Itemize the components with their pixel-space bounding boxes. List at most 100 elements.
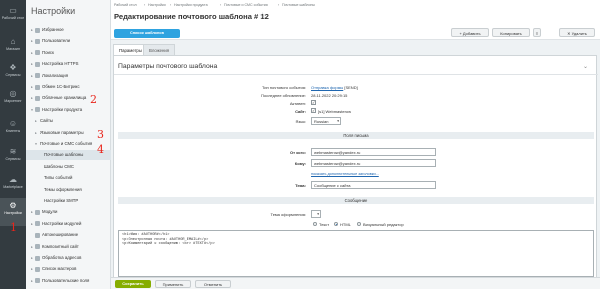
breadcrumb-item[interactable]: Почтовые и СМС события — [224, 3, 268, 7]
chevron-right-icon[interactable]: ▸ — [30, 207, 34, 217]
page-title: Редактирование почтового шаблона # 12 — [114, 12, 269, 21]
breadcrumb-sep: › — [170, 3, 172, 7]
tab-bar: Параметры Вложения — [111, 44, 600, 55]
collapse-chevron-icon[interactable]: ⌄ — [583, 63, 588, 70]
rail-services[interactable]: ❖ Сервисы — [0, 60, 26, 88]
breadcrumb-item[interactable]: Почтовые шаблоны — [282, 3, 315, 7]
chevron-right-icon[interactable]: ▸ — [30, 48, 34, 58]
delete-button[interactable]: ✕ Удалить — [559, 28, 595, 37]
breadcrumb-item[interactable]: Рабочий стол — [114, 3, 137, 7]
radio-text[interactable] — [313, 222, 317, 226]
cancel-button[interactable]: Отменить — [195, 280, 231, 288]
theme-label: Тема оформления: — [270, 212, 306, 217]
radio-html[interactable] — [334, 222, 338, 226]
tab-attachments[interactable]: Вложения — [143, 44, 176, 55]
menu-item-icon — [35, 73, 40, 79]
site-checkbox[interactable]: ✓ — [311, 108, 316, 113]
chevron-right-icon[interactable]: ▸ — [30, 253, 34, 263]
sidebar-item-label: Избранное — [42, 27, 64, 32]
active-label: Активен: — [289, 101, 306, 106]
breadcrumb-item[interactable]: Настройки продукта — [174, 3, 208, 7]
sidebar-item[interactable]: Типы событий — [26, 173, 111, 183]
annotation-number-2: 2 — [90, 93, 97, 106]
rail-stack[interactable]: ≋ Сервисы — [0, 144, 26, 172]
sidebar-item[interactable]: ▸ Избранное — [26, 25, 111, 35]
chevron-right-icon[interactable]: ▸ — [30, 71, 34, 81]
chevron-down-icon[interactable]: ▾ — [30, 105, 34, 115]
chevron-right-icon[interactable]: ▸ — [30, 25, 34, 35]
chevron-right-icon[interactable]: ▸ — [30, 264, 34, 274]
copy-button[interactable]: Копировать — [492, 28, 530, 37]
chevron-right-icon[interactable]: ▸ — [34, 116, 38, 126]
extra-headers-link[interactable]: показать дополнительные заголовки... — [311, 172, 379, 176]
to-field[interactable]: webmasterow@yandex.ru — [311, 159, 436, 167]
message-body-editor[interactable]: <h1>Имя: #AUTHOR#</h1> <p>Электронная по… — [118, 230, 594, 277]
menu-item-icon — [35, 27, 40, 33]
lang-select[interactable]: Russian ▾ — [311, 117, 341, 125]
rail-marketplace[interactable]: ☁ Marketplace — [0, 172, 26, 200]
chevron-right-icon[interactable]: ▸ — [34, 128, 38, 138]
sidebar-item-label: Пользовательские поля — [42, 277, 90, 283]
rail-store[interactable]: ⌂ Магазин — [0, 34, 26, 62]
rail-label: Сервисы — [5, 73, 21, 77]
menu-item-icon — [35, 61, 40, 67]
rail-label: Маркетинг — [4, 99, 22, 103]
sidebar-item[interactable]: Шаблоны СМС — [26, 162, 111, 172]
sidebar-item[interactable]: Автокеширование — [26, 230, 111, 240]
to-label: Кому: — [294, 161, 306, 166]
theme-select[interactable]: ▾ — [311, 210, 321, 218]
breadcrumb-item[interactable]: Настройки — [148, 3, 166, 7]
updated-label: Последнее обновление: — [261, 93, 306, 98]
sidebar-item[interactable]: ▸ Пользовательские поля — [26, 276, 111, 286]
sidebar-item[interactable]: ▸ Список мастеров — [26, 264, 111, 274]
sidebar-item[interactable]: ▸ Модули — [26, 207, 111, 217]
chevron-down-icon[interactable]: ▾ — [34, 139, 38, 149]
sidebar-item[interactable]: Настройки SMTP — [26, 196, 111, 206]
menu-item-icon — [35, 209, 40, 215]
active-checkbox[interactable]: ✓ — [311, 100, 316, 105]
menu-item-icon — [35, 84, 40, 90]
sidebar-item[interactable]: ▸ Обработка адресов — [26, 253, 111, 263]
add-button[interactable]: + Добавить — [451, 28, 489, 37]
chevron-right-icon[interactable]: ▸ — [30, 59, 34, 69]
chevron-right-icon[interactable]: ▸ — [30, 36, 34, 46]
sidebar-item[interactable]: ▸ Поиск — [26, 48, 111, 58]
radio-visual[interactable] — [357, 222, 361, 226]
chevron-right-icon[interactable]: ▸ — [30, 82, 34, 92]
menu-icon[interactable]: ≡ — [533, 28, 541, 37]
save-button[interactable]: Сохранить — [115, 280, 151, 288]
apply-button[interactable]: Применить — [155, 280, 191, 288]
desktop-icon: ▭ — [9, 6, 17, 15]
sidebar-item[interactable]: Темы оформления — [26, 185, 111, 195]
sidebar-item-label: Настройка HTTPS — [42, 61, 79, 67]
template-panel: Параметры почтового шаблона ⌄ Тип почтов… — [113, 55, 598, 289]
sidebar-item-label: Обработка адресов — [42, 255, 82, 260]
favorite-star-icon[interactable]: ☆ — [259, 11, 266, 20]
sidebar-item[interactable]: ▸ Композитный сайт — [26, 242, 111, 252]
sidebar-item[interactable]: ▾ Настройки продукта — [26, 105, 111, 115]
sidebar-item[interactable]: ▸ Настройка HTTPS — [26, 59, 111, 69]
rail-marketing[interactable]: ◎ Маркетинг — [0, 86, 26, 114]
sidebar-item[interactable]: ▸ Настройки модулей — [26, 219, 111, 229]
event-type-link[interactable]: Отправка формы — [311, 85, 343, 90]
services-icon: ❖ — [9, 63, 17, 72]
sidebar-item-label: Автокеширование — [42, 232, 79, 238]
sidebar-item[interactable]: ▸ Сайты — [26, 116, 111, 126]
sidebar-item[interactable]: ▸ Локализация — [26, 71, 111, 81]
subject-field[interactable]: Сообщение с сайта — [311, 181, 436, 189]
template-list-button[interactable]: Список шаблонов — [114, 29, 180, 38]
sidebar-item[interactable]: ▸ Обмен 1С-Битрикс — [26, 82, 111, 92]
sidebar-item-label: Обмен 1С-Битрикс — [42, 84, 80, 89]
chevron-right-icon[interactable]: ▸ — [30, 93, 34, 103]
from-field[interactable]: webmasterow@yandex.ru — [311, 148, 436, 156]
chevron-right-icon[interactable]: ▸ — [30, 242, 34, 252]
event-type-value: Отправка формы [SEND] — [311, 85, 358, 90]
sidebar-item[interactable]: ▸ Пользователи — [26, 36, 111, 46]
menu-item-icon — [35, 278, 40, 284]
chevron-right-icon[interactable]: ▸ — [30, 276, 34, 286]
chevron-right-icon[interactable]: ▸ — [30, 219, 34, 229]
rail-desktop[interactable]: ▭ Рабочий стол — [0, 3, 26, 31]
rail-clients[interactable]: ☺ Клиенты — [0, 116, 26, 144]
sidebar-item-label: Почтовые и СМС события — [40, 141, 93, 146]
sidebar-item[interactable]: ▸ Облачные хранилища — [26, 93, 111, 103]
